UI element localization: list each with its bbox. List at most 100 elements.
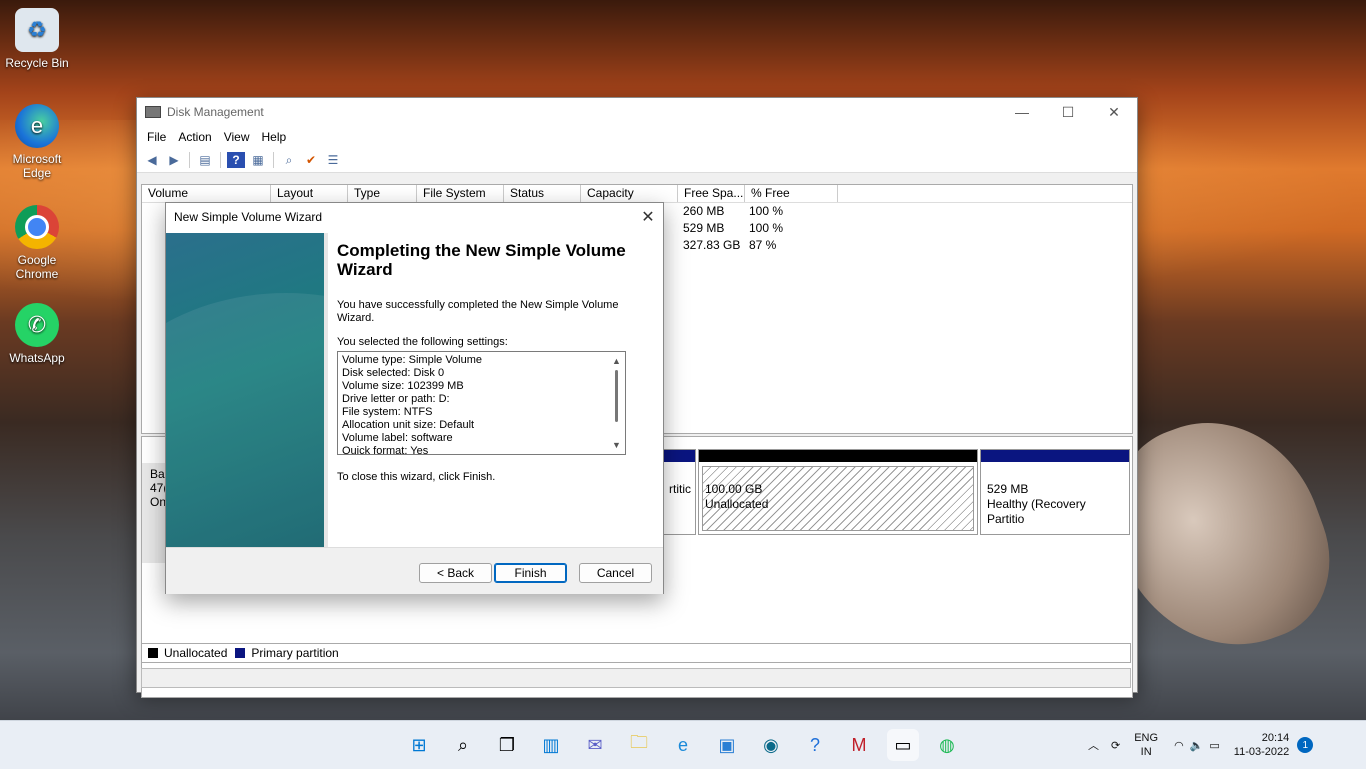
desktop-icon-label: Google Chrome xyxy=(15,253,59,281)
help-icon[interactable]: ? xyxy=(227,152,245,168)
battery-icon[interactable]: ▭ xyxy=(1209,739,1219,752)
col-free-space[interactable]: Free Spa... xyxy=(678,185,745,202)
col-status[interactable]: Status xyxy=(504,185,581,202)
wizard-heading: Completing the New Simple Volume Wizard xyxy=(337,241,626,279)
desktop-icon-label: Microsoft Edge xyxy=(12,152,62,180)
desktop-icon-chrome[interactable]: Google Chrome xyxy=(2,205,72,281)
wizard-banner xyxy=(166,233,324,547)
partition-primary[interactable]: rtitic xyxy=(662,449,696,535)
volume-icon[interactable]: 🔈 xyxy=(1190,739,1204,752)
volume-list-header: Volume Layout Type File System Status Ca… xyxy=(142,185,1132,203)
maximize-button[interactable]: ☐ xyxy=(1045,98,1091,126)
setting-line: Volume label: software xyxy=(342,432,453,444)
clock-time: 20:14 xyxy=(1261,732,1290,744)
edge-icon: e xyxy=(15,104,59,148)
menu-file[interactable]: File xyxy=(141,130,172,144)
settings-label: You selected the following settings: xyxy=(337,336,508,348)
col-volume[interactable]: Volume xyxy=(142,185,271,202)
chat-icon[interactable]: ✉ xyxy=(579,729,611,761)
finish-button[interactable]: Finish xyxy=(494,563,567,583)
setting-line: File system: NTFS xyxy=(342,406,433,418)
wifi-icon[interactable]: ◠ xyxy=(1174,739,1184,752)
cell-free-space: 327.83 GB xyxy=(683,238,741,252)
partition-recovery[interactable]: 529 MB Healthy (Recovery Partitio xyxy=(980,449,1130,535)
menu-action[interactable]: Action xyxy=(172,130,217,144)
properties-icon[interactable]: ▦ xyxy=(249,152,267,168)
setting-line: Quick format: Yes xyxy=(342,445,429,455)
list-icon[interactable]: ☰ xyxy=(324,152,342,168)
back-button[interactable]: < Back xyxy=(419,563,492,583)
dialog-button-bar: < Back Finish Cancel xyxy=(166,547,663,594)
sync-icon[interactable]: ⟳ xyxy=(1111,739,1120,752)
show-hide-tree-icon[interactable]: ▤ xyxy=(196,152,214,168)
cell-free-space: 260 MB xyxy=(683,204,725,218)
connect-icon[interactable]: ⌕ xyxy=(280,152,298,168)
scroll-down-icon[interactable]: ▼ xyxy=(612,440,621,450)
mcafee-icon[interactable]: M xyxy=(843,729,875,761)
scroll-thumb[interactable] xyxy=(615,370,618,422)
close-hint: To close this wizard, click Finish. xyxy=(337,471,496,483)
title-bar[interactable]: Disk Management — ☐ ✕ xyxy=(137,98,1137,126)
help-taskbar-icon[interactable]: ? xyxy=(799,729,831,761)
col-layout[interactable]: Layout xyxy=(271,185,348,202)
desktop-icon-recycle-bin[interactable]: ♻ Recycle Bin xyxy=(2,8,72,70)
back-arrow-icon[interactable]: ◀ xyxy=(143,152,161,168)
dialog-title-bar[interactable]: New Simple Volume Wizard ✕ xyxy=(166,203,663,231)
partition-primary-label: rtitic xyxy=(669,482,691,496)
desktop-icon-label: Recycle Bin xyxy=(5,56,69,70)
dialog-title: New Simple Volume Wizard xyxy=(174,210,323,224)
menu-help[interactable]: Help xyxy=(256,130,293,144)
settings-summary-box[interactable]: Volume type: Simple Volume Disk selected… xyxy=(337,351,626,455)
notification-badge[interactable]: 1 xyxy=(1297,737,1314,753)
setting-line: Volume size: 102399 MB xyxy=(342,380,464,392)
settings-scrollbar[interactable]: ▲ ▼ xyxy=(609,352,625,454)
col-capacity[interactable]: Capacity xyxy=(581,185,678,202)
store-icon[interactable]: ▣ xyxy=(711,729,743,761)
start-icon[interactable]: ⊞ xyxy=(403,729,435,761)
forward-arrow-icon[interactable]: ▶ xyxy=(165,152,183,168)
new-simple-volume-wizard: New Simple Volume Wizard ✕ Completing th… xyxy=(165,202,664,594)
app-icon xyxy=(145,106,161,118)
setting-line: Allocation unit size: Default xyxy=(342,419,475,431)
region-code: IN xyxy=(1140,746,1152,758)
partition-unallocated[interactable]: 100.00 GB Unallocated xyxy=(698,449,978,535)
chrome-icon xyxy=(15,205,59,249)
unallocated-label: Unallocated xyxy=(705,497,769,511)
setting-line: Drive letter or path: D: xyxy=(342,393,450,405)
desktop-icon-edge[interactable]: e Microsoft Edge xyxy=(2,104,72,180)
col-percent-free[interactable]: % Free xyxy=(745,185,838,202)
legend-unallocated: Unallocated xyxy=(164,646,228,660)
search-icon[interactable]: ⌕ xyxy=(447,729,479,761)
wizard-intro: You have successfully completed the New … xyxy=(337,299,619,324)
spotify-icon[interactable]: ◍ xyxy=(931,729,963,761)
check-icon[interactable]: ✔ xyxy=(302,152,320,168)
recovery-label: Healthy (Recovery Partitio xyxy=(987,497,1086,526)
toolbar: ◀ ▶ ▤ ? ▦ ⌕ ✔ ☰ xyxy=(137,148,1137,173)
app-icon-circle[interactable]: ◉ xyxy=(755,729,787,761)
legend-primary: Primary partition xyxy=(251,646,339,660)
dialog-close-icon[interactable]: ✕ xyxy=(633,203,663,231)
cell-percent-free: 100 % xyxy=(749,204,784,218)
col-type[interactable]: Type xyxy=(348,185,417,202)
col-file-system[interactable]: File System xyxy=(417,185,504,202)
cell-percent-free: 100 % xyxy=(749,221,784,235)
close-button[interactable]: ✕ xyxy=(1091,98,1137,126)
file-explorer-icon[interactable]: 🗀 xyxy=(623,729,655,761)
whatsapp-icon: ✆ xyxy=(15,303,59,347)
clock[interactable]: 20:14 11-03-2022 xyxy=(1234,731,1289,759)
language-indicator[interactable]: ENG IN xyxy=(1134,731,1158,759)
minimize-button[interactable]: — xyxy=(999,98,1045,126)
system-tray: ︿ ⟳ ENG IN ◠ 🔈 ▭ 20:14 11-03-2022 1 xyxy=(1088,721,1314,769)
menu-view[interactable]: View xyxy=(218,130,256,144)
scroll-up-icon[interactable]: ▲ xyxy=(612,356,621,366)
disk-management-taskbar-icon[interactable]: ▭ xyxy=(887,729,919,761)
task-view-icon[interactable]: ❐ xyxy=(491,729,523,761)
status-bar xyxy=(141,668,1131,688)
legend: Unallocated Primary partition xyxy=(141,643,1131,663)
unallocated-size: 100.00 GB xyxy=(705,482,763,496)
widgets-icon[interactable]: ▥ xyxy=(535,729,567,761)
desktop-icon-whatsapp[interactable]: ✆ WhatsApp xyxy=(2,303,72,365)
edge-taskbar-icon[interactable]: e xyxy=(667,729,699,761)
chevron-up-icon[interactable]: ︿ xyxy=(1088,737,1099,753)
cancel-button[interactable]: Cancel xyxy=(579,563,652,583)
